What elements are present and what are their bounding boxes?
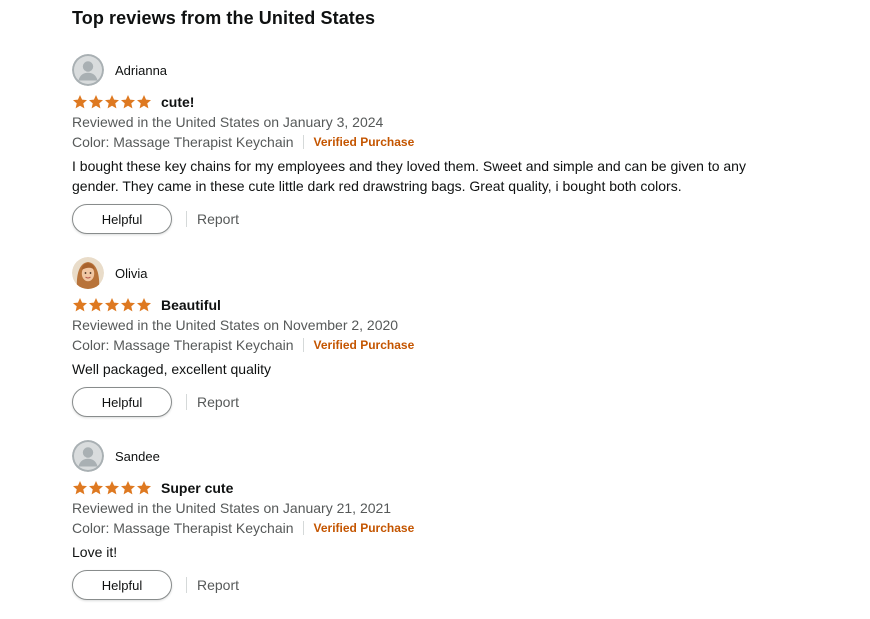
star-icon [121, 298, 135, 312]
review-title[interactable]: Beautiful [161, 297, 221, 313]
star-rating[interactable] [72, 480, 152, 496]
star-icon [121, 481, 135, 495]
helpful-button[interactable]: Helpful [72, 570, 172, 600]
star-icon [89, 481, 103, 495]
star-icon [105, 481, 119, 495]
review-date: Reviewed in the United States on Novembe… [72, 317, 399, 333]
reviewer-profile[interactable]: Adrianna [72, 54, 832, 86]
review-body: Well packaged, excellent quality [72, 361, 271, 377]
star-icon [73, 298, 87, 312]
star-rating[interactable] [72, 94, 152, 110]
divider [186, 211, 187, 227]
verified-purchase-badge: Verified Purchase [313, 338, 415, 352]
reviewer-name[interactable]: Olivia [115, 266, 148, 281]
default-user-icon [72, 54, 104, 86]
review-title[interactable]: Super cute [161, 480, 233, 496]
star-icon [121, 95, 135, 109]
review-date: Reviewed in the United States on January… [72, 500, 392, 516]
reviewer-profile[interactable]: Olivia [72, 257, 832, 289]
report-link[interactable]: Report [197, 211, 239, 227]
divider [302, 338, 304, 352]
divider [186, 577, 187, 593]
star-icon [73, 95, 87, 109]
product-variant-link[interactable]: Color: Massage Therapist Keychain [72, 518, 294, 538]
star-icon [105, 298, 119, 312]
report-link[interactable]: Report [197, 577, 239, 593]
review-title[interactable]: cute! [161, 94, 194, 110]
star-icon [105, 95, 119, 109]
star-rating[interactable] [72, 297, 152, 313]
star-icon [89, 298, 103, 312]
star-icon [137, 481, 151, 495]
user-photo-avatar [72, 257, 104, 289]
review-card: Olivia Beautiful Reviewed in the United … [72, 257, 832, 417]
helpful-button[interactable]: Helpful [72, 387, 172, 417]
verified-purchase-badge: Verified Purchase [313, 521, 415, 535]
helpful-button[interactable]: Helpful [72, 204, 172, 234]
divider [302, 135, 304, 149]
default-user-icon [72, 440, 104, 472]
star-icon [89, 95, 103, 109]
review-card: Adrianna cute! Reviewed in the United St… [72, 54, 832, 234]
review-card: Sandee Super cute Reviewed in the United… [72, 440, 832, 600]
section-heading: Top reviews from the United States [72, 8, 376, 28]
star-icon [137, 95, 151, 109]
report-link[interactable]: Report [197, 394, 239, 410]
reviewer-profile[interactable]: Sandee [72, 440, 832, 472]
reviewer-name[interactable]: Sandee [115, 449, 160, 464]
reviewer-name[interactable]: Adrianna [115, 63, 167, 78]
divider [186, 394, 187, 410]
divider [302, 521, 304, 535]
review-date: Reviewed in the United States on January… [72, 114, 384, 130]
verified-purchase-badge: Verified Purchase [313, 135, 415, 149]
star-icon [73, 481, 87, 495]
star-icon [137, 298, 151, 312]
review-body: Love it! [72, 544, 118, 560]
review-body: I bought these key chains for my employe… [72, 158, 746, 194]
product-variant-link[interactable]: Color: Massage Therapist Keychain [72, 335, 294, 355]
product-variant-link[interactable]: Color: Massage Therapist Keychain [72, 132, 294, 152]
